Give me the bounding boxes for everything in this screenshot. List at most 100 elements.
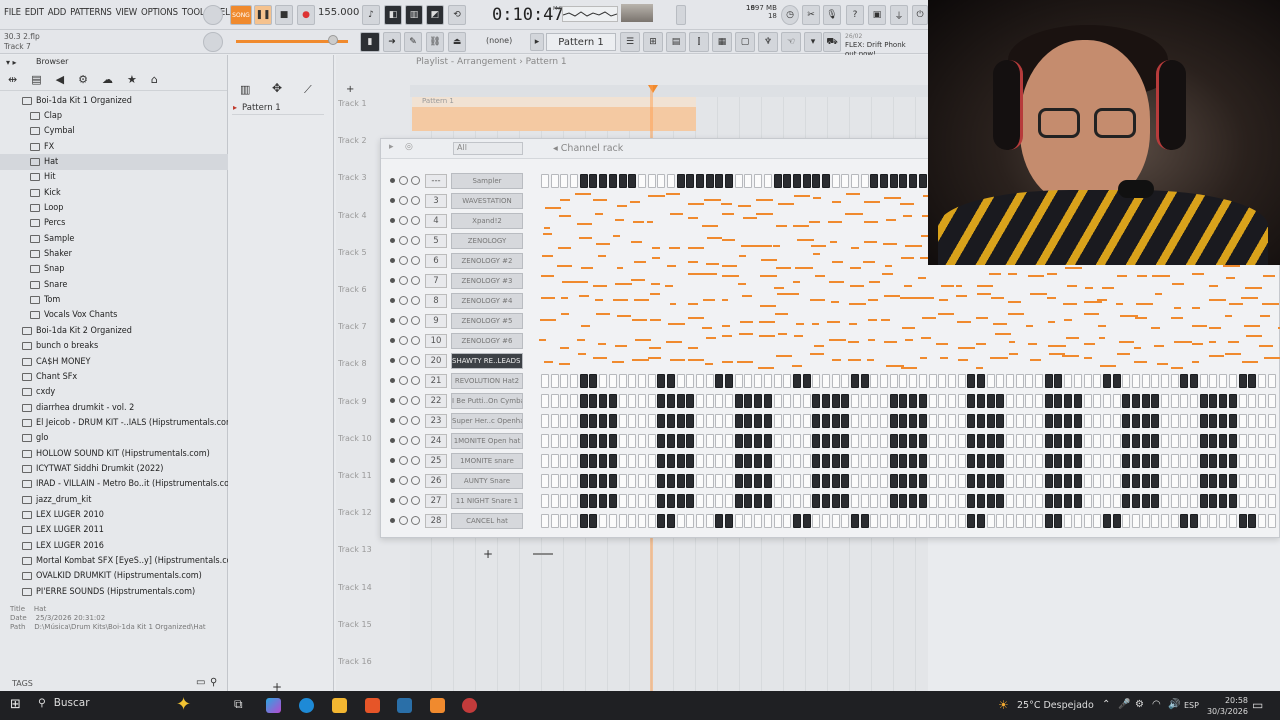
step-button[interactable] <box>1151 494 1160 508</box>
step-button[interactable] <box>1161 494 1169 508</box>
step-button[interactable] <box>1006 414 1014 428</box>
step-button[interactable] <box>1054 414 1063 428</box>
step-button[interactable] <box>812 394 821 408</box>
step-button[interactable] <box>792 394 801 408</box>
step-button[interactable] <box>986 374 995 388</box>
channel-mute-led[interactable] <box>390 438 395 443</box>
step-button[interactable] <box>909 494 918 508</box>
step-button[interactable] <box>1064 514 1073 528</box>
step-button[interactable] <box>696 474 704 488</box>
step-button[interactable] <box>1083 414 1092 428</box>
step-button[interactable] <box>705 454 714 468</box>
step-button[interactable] <box>889 474 898 488</box>
pattern-selector[interactable]: Pattern 1 <box>546 33 616 51</box>
step-button[interactable] <box>541 374 549 388</box>
channel-mute-led[interactable] <box>390 478 395 483</box>
step-button[interactable] <box>1102 454 1111 468</box>
step-button[interactable] <box>1035 434 1044 448</box>
step-button[interactable] <box>628 494 637 508</box>
channel-selector[interactable]: (none) <box>486 36 512 45</box>
step-button[interactable] <box>976 394 985 408</box>
channel-mixer-track[interactable]: 5 <box>425 234 447 248</box>
step-button[interactable] <box>1190 494 1199 508</box>
step-button[interactable] <box>1257 474 1266 488</box>
step-button[interactable] <box>1209 394 1218 408</box>
step-button[interactable] <box>821 494 830 508</box>
search-icon[interactable]: ⚲ <box>210 677 217 688</box>
step-button[interactable] <box>599 494 608 508</box>
step-button[interactable] <box>870 474 879 488</box>
step-button[interactable] <box>618 474 627 488</box>
step-button[interactable] <box>870 174 879 188</box>
step-button[interactable] <box>841 394 850 408</box>
step-button[interactable] <box>725 474 734 488</box>
track-label[interactable]: Track 6 <box>338 285 367 294</box>
step-button[interactable] <box>1180 434 1189 448</box>
step-button[interactable] <box>608 454 617 468</box>
channel-volume-knob[interactable] <box>411 496 420 505</box>
step-button[interactable] <box>986 454 995 468</box>
step-button[interactable] <box>1170 434 1179 448</box>
stamp-button[interactable]: ⏏ <box>448 32 466 52</box>
step-button[interactable] <box>821 394 830 408</box>
step-button[interactable] <box>1093 494 1102 508</box>
step-button[interactable] <box>763 494 772 508</box>
step-button[interactable] <box>1015 414 1024 428</box>
menu-view[interactable]: VIEW <box>116 7 138 18</box>
step-button[interactable] <box>589 174 598 188</box>
step-button[interactable] <box>734 454 743 468</box>
step-button[interactable] <box>599 434 608 448</box>
channel-volume-knob[interactable] <box>411 256 420 265</box>
step-button[interactable] <box>763 374 772 388</box>
step-button[interactable] <box>696 174 704 188</box>
step-button[interactable] <box>734 374 743 388</box>
step-button[interactable] <box>812 454 821 468</box>
step-button[interactable] <box>725 414 734 428</box>
channel-name-button[interactable]: CANCEL hat <box>451 513 523 529</box>
step-button[interactable] <box>628 514 637 528</box>
step-button[interactable] <box>812 474 821 488</box>
step-button[interactable] <box>618 434 627 448</box>
channel-mute-led[interactable] <box>390 218 395 223</box>
link-button[interactable]: ⛓ <box>426 32 444 52</box>
step-button[interactable] <box>608 514 617 528</box>
step-button[interactable] <box>1083 494 1092 508</box>
step-button[interactable] <box>541 394 549 408</box>
step-button[interactable] <box>1006 474 1014 488</box>
step-button[interactable] <box>880 454 889 468</box>
channel-pan-knob[interactable] <box>399 196 408 205</box>
step-button[interactable] <box>1228 474 1237 488</box>
step-button[interactable] <box>1199 374 1208 388</box>
step-button[interactable] <box>657 434 666 448</box>
step-button[interactable] <box>841 374 850 388</box>
step-button[interactable] <box>1112 454 1121 468</box>
tray-icon[interactable]: ⚙ <box>1135 699 1144 710</box>
step-button[interactable] <box>1190 514 1199 528</box>
step-button[interactable] <box>570 494 579 508</box>
step-button[interactable] <box>812 174 821 188</box>
channel-name-button[interactable]: Super Her..c Openhat <box>451 413 523 429</box>
step-button[interactable] <box>550 414 559 428</box>
step-button[interactable] <box>870 434 879 448</box>
step-button[interactable] <box>860 394 869 408</box>
sparkle-icon[interactable]: ✦ <box>176 694 191 715</box>
step-button[interactable] <box>957 434 966 448</box>
browser-item[interactable]: CA$H MONEY <box>0 354 228 369</box>
step-button[interactable] <box>734 494 743 508</box>
step-button[interactable] <box>1141 374 1150 388</box>
step-button[interactable] <box>763 174 772 188</box>
step-button[interactable] <box>734 514 743 528</box>
wifi-icon[interactable]: ◠ <box>1152 699 1161 710</box>
step-button[interactable] <box>1161 374 1169 388</box>
step-button[interactable] <box>1073 454 1082 468</box>
step-button[interactable] <box>647 394 656 408</box>
step-button[interactable] <box>1083 514 1092 528</box>
step-button[interactable] <box>860 414 869 428</box>
step-button[interactable] <box>860 434 869 448</box>
pencil-button[interactable]: ✎ <box>404 32 422 52</box>
step-button[interactable] <box>1161 414 1169 428</box>
browser-item[interactable]: Hit <box>0 170 228 185</box>
step-button[interactable] <box>637 414 646 428</box>
step-button[interactable] <box>541 494 549 508</box>
piano-roll-preview[interactable] <box>539 291 1280 311</box>
